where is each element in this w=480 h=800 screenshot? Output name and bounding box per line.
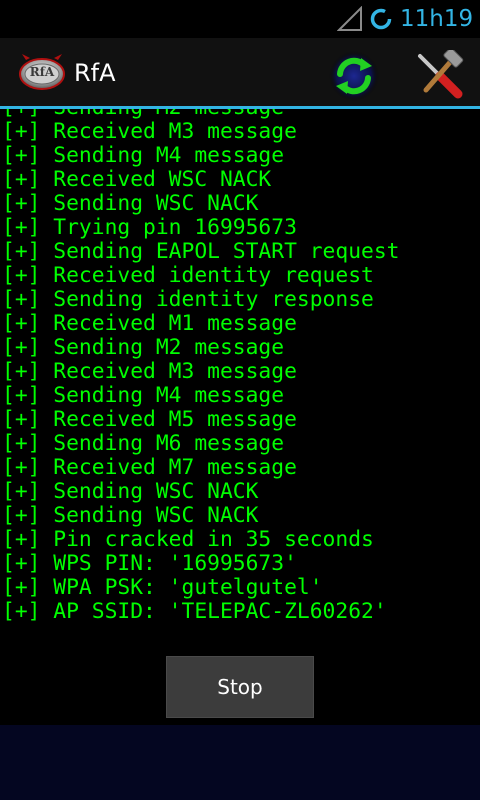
action-bar xyxy=(0,38,480,106)
log-line: [+] Sending M6 message xyxy=(2,431,285,456)
app-title: RfA xyxy=(74,59,116,87)
log-line: [+] Pin cracked in 35 seconds xyxy=(2,527,374,552)
stop-button[interactable]: Stop xyxy=(166,656,314,718)
log-line: [+] Trying pin 16995673 xyxy=(2,215,297,240)
log-line: [+] Sending identity response xyxy=(2,287,374,312)
refresh-icon[interactable] xyxy=(328,50,380,102)
signal-icon xyxy=(337,6,362,31)
log-line: [+] Sending WSC NACK xyxy=(2,479,259,504)
log-line: [+] Received M1 message xyxy=(2,311,297,336)
log-output[interactable]: [+] Sending M2 message [+] Received M3 m… xyxy=(0,109,480,639)
log-line: [+] Received M7 message xyxy=(2,455,297,480)
log-line: [+] Received WSC NACK xyxy=(2,167,272,192)
log-line: [+] WPS PIN: '16995673' xyxy=(2,551,297,576)
log-line: [+] Sending WSC NACK xyxy=(2,191,259,216)
tools-icon[interactable] xyxy=(412,50,466,102)
log-line: [+] Sending WSC NACK xyxy=(2,503,259,528)
status-bar: 11h19 xyxy=(0,0,480,38)
log-line: [+] WPA PSK: 'gutelgutel' xyxy=(2,575,323,600)
log-line: [+] Sending EAPOL START request xyxy=(2,239,400,264)
log-line: [+] Received M5 message xyxy=(2,407,297,432)
log-line: [+] Received M3 message xyxy=(2,119,297,144)
app-logo-label: RfA xyxy=(29,65,55,79)
log-line: [+] Received M3 message xyxy=(2,359,297,384)
clock: 11h19 xyxy=(400,6,474,32)
log-line: [+] Sending M2 message xyxy=(2,335,285,360)
navigation-bar xyxy=(0,725,480,800)
log-list: [+] Sending M2 message [+] Received M3 m… xyxy=(2,109,399,624)
log-line: [+] AP SSID: 'TELEPAC-ZL60262' xyxy=(2,599,387,624)
log-line: [+] Sending M4 message xyxy=(2,143,285,168)
log-line: [+] Received identity request xyxy=(2,263,374,288)
sync-status-icon xyxy=(370,8,392,30)
log-line: [+] Sending M4 message xyxy=(2,383,285,408)
